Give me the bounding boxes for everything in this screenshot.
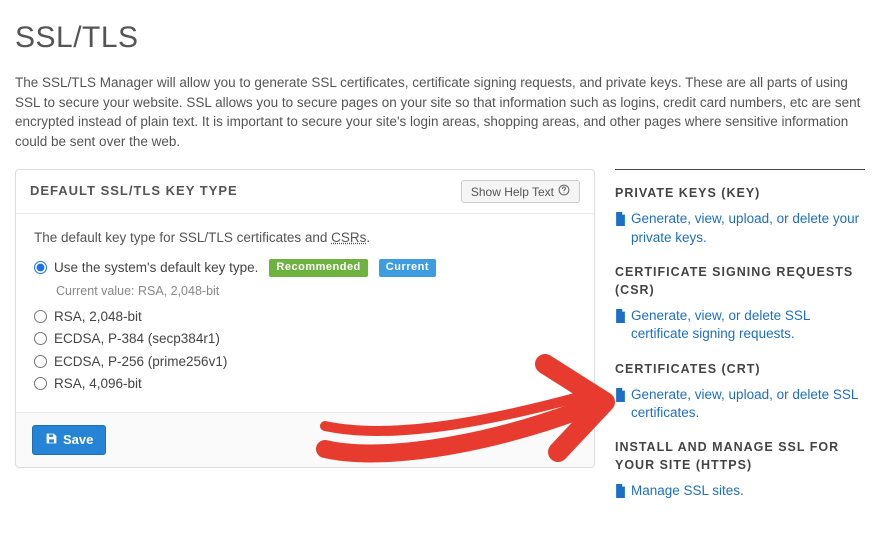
sidebar-link-private-keys[interactable]: Generate, view, upload, or delete your p… bbox=[615, 210, 865, 246]
key-type-label: Use the system's default key type. bbox=[54, 258, 258, 278]
key-type-option-rsa4096[interactable]: RSA, 4,096-bit bbox=[34, 374, 576, 394]
save-icon bbox=[45, 432, 58, 448]
panel-header: DEFAULT SSL/TLS KEY TYPE Show Help Text bbox=[16, 170, 594, 214]
key-type-option-default[interactable]: Use the system's default key type. Recom… bbox=[34, 258, 576, 278]
key-type-radio-ecdsa256[interactable] bbox=[34, 355, 47, 368]
file-icon bbox=[615, 212, 626, 231]
sidebar: PRIVATE KEYS (KEY) Generate, view, uploa… bbox=[615, 169, 865, 503]
sidebar-heading-keys: PRIVATE KEYS (KEY) bbox=[615, 184, 865, 202]
key-type-radio-rsa4096[interactable] bbox=[34, 377, 47, 390]
sidebar-link-csr[interactable]: Generate, view, or delete SSL certificat… bbox=[615, 307, 865, 343]
save-button[interactable]: Save bbox=[32, 425, 106, 455]
sidebar-link-label: Generate, view, upload, or delete SSL ce… bbox=[631, 386, 865, 422]
recommended-badge: Recommended bbox=[269, 259, 367, 277]
key-type-radio-default[interactable] bbox=[34, 261, 47, 274]
key-type-label: ECDSA, P-384 (secp384r1) bbox=[54, 329, 220, 349]
key-type-label: RSA, 2,048-bit bbox=[54, 307, 142, 327]
save-label: Save bbox=[63, 432, 93, 447]
sidebar-link-crt[interactable]: Generate, view, upload, or delete SSL ce… bbox=[615, 386, 865, 422]
key-type-radio-rsa2048[interactable] bbox=[34, 310, 47, 323]
current-badge: Current bbox=[379, 259, 436, 277]
show-help-label: Show Help Text bbox=[471, 185, 554, 199]
key-type-label: ECDSA, P-256 (prime256v1) bbox=[54, 352, 227, 372]
sidebar-heading-csr: CERTIFICATE SIGNING REQUESTS (CSR) bbox=[615, 263, 865, 299]
panel-title: DEFAULT SSL/TLS KEY TYPE bbox=[30, 182, 238, 201]
panel-body: The default key type for SSL/TLS certifi… bbox=[16, 214, 594, 412]
sidebar-link-label: Generate, view, upload, or delete your p… bbox=[631, 210, 865, 246]
file-icon bbox=[615, 484, 626, 503]
key-type-radio-group: Use the system's default key type. Recom… bbox=[34, 258, 576, 394]
csr-abbr: CSRs bbox=[331, 230, 366, 245]
file-icon bbox=[615, 388, 626, 407]
page-intro: The SSL/TLS Manager will allow you to ge… bbox=[15, 73, 865, 151]
file-icon bbox=[615, 309, 626, 328]
key-type-label: RSA, 4,096-bit bbox=[54, 374, 142, 394]
sidebar-link-label: Generate, view, or delete SSL certificat… bbox=[631, 307, 865, 343]
key-type-option-rsa2048[interactable]: RSA, 2,048-bit bbox=[34, 307, 576, 327]
default-key-type-panel: DEFAULT SSL/TLS KEY TYPE Show Help Text … bbox=[15, 169, 595, 468]
desc-text: The default key type for SSL/TLS certifi… bbox=[34, 230, 331, 245]
panel-footer: Save bbox=[16, 412, 594, 467]
sidebar-heading-crt: CERTIFICATES (CRT) bbox=[615, 360, 865, 378]
key-type-default-sub: Current value: RSA, 2,048-bit bbox=[56, 282, 576, 300]
key-type-radio-ecdsa384[interactable] bbox=[34, 332, 47, 345]
help-icon bbox=[558, 184, 570, 199]
main-column: DEFAULT SSL/TLS KEY TYPE Show Help Text … bbox=[15, 169, 595, 468]
show-help-button[interactable]: Show Help Text bbox=[461, 180, 580, 203]
key-type-option-ecdsa256[interactable]: ECDSA, P-256 (prime256v1) bbox=[34, 352, 576, 372]
panel-description: The default key type for SSL/TLS certifi… bbox=[34, 228, 576, 248]
sidebar-link-label: Manage SSL sites. bbox=[631, 482, 744, 500]
key-type-option-ecdsa384[interactable]: ECDSA, P-384 (secp384r1) bbox=[34, 329, 576, 349]
sidebar-link-install[interactable]: Manage SSL sites. bbox=[615, 482, 865, 503]
page-title: SSL/TLS bbox=[15, 16, 865, 60]
sidebar-heading-install: INSTALL AND MANAGE SSL FOR YOUR SITE (HT… bbox=[615, 438, 865, 474]
